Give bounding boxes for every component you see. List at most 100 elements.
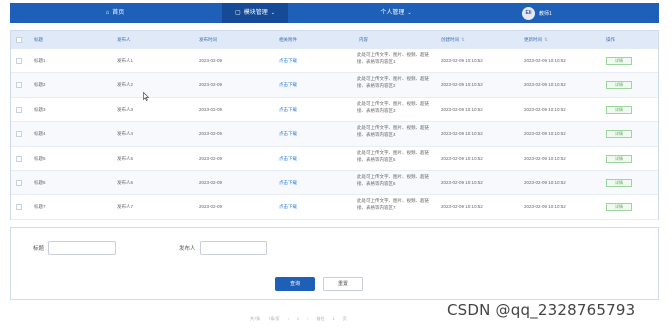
row-checkbox[interactable] — [16, 131, 22, 138]
detail-button[interactable]: 详情 — [606, 130, 632, 139]
table-row[interactable]: 标题6 发布人6 2023-02-09 点击下载 此处可上传文字、图片、视频、超链接、表… — [11, 171, 658, 196]
row-checkbox[interactable] — [16, 82, 22, 89]
cell-created: 2023-02-09 10:10:52 — [441, 106, 483, 112]
cell-title: 标题4 — [34, 131, 46, 137]
pagination-next[interactable]: › — [307, 316, 308, 324]
nav-home-label: 首页 — [112, 10, 125, 16]
title-label: 标题 — [33, 246, 45, 252]
column-header-updated-label: 更新时间 — [524, 37, 542, 42]
chevron-down-icon: ⌄ — [407, 10, 412, 16]
sort-icon[interactable]: ⇅ — [461, 37, 465, 42]
row-checkbox[interactable] — [16, 204, 22, 211]
table-row[interactable]: 标题3 发布人3 2023-02-09 点击下载 此处可上传文字、图片、视频、超链接、表… — [11, 98, 658, 123]
row-checkbox[interactable] — [16, 155, 22, 162]
column-header-title[interactable]: 标题 — [34, 31, 43, 49]
row-checkbox[interactable] — [16, 180, 22, 186]
query-button[interactable]: 查询 — [275, 277, 315, 291]
download-link[interactable]: 点击下载 — [279, 180, 297, 186]
nav-home[interactable]: ⌂ 首页 — [70, 3, 160, 23]
cell-updated: 2023-02-09 10:10:52 — [524, 180, 566, 185]
row-checkbox[interactable] — [16, 106, 22, 113]
column-header-date[interactable]: 发布时间 — [199, 31, 217, 49]
module-icon: ▢ — [235, 10, 241, 16]
cell-content: 此处可上传文字、图片、视频、超链接、表格等内容区2 — [357, 76, 429, 89]
cell-date: 2023-02-09 — [199, 131, 223, 137]
column-header-attachment[interactable]: 相关附件 — [279, 31, 297, 49]
cell-updated: 2023-02-09 10:10:52 — [524, 131, 566, 137]
cell-date: 2023-02-09 — [199, 82, 223, 88]
pagination: 共7条 7条/页 ‹ 1 › 前往 1 页 — [250, 316, 347, 324]
column-header-created[interactable]: 创建时间 ⇅ — [441, 31, 465, 49]
detail-button[interactable]: 详情 — [606, 57, 632, 65]
download-link[interactable]: 点击下载 — [279, 58, 297, 64]
username: 教师1 — [539, 10, 552, 17]
data-table: 标题 发布人 发布时间 相关附件 内容 创建时间 ⇅ 更新时间 ⇅ 操作 标题1 发布… — [10, 30, 659, 220]
table-header: 标题 发布人 发布时间 相关附件 内容 创建时间 ⇅ 更新时间 ⇅ 操作 — [11, 31, 658, 49]
cell-publisher: 发布人4 — [117, 131, 134, 137]
cell-date: 2023-02-09 — [199, 204, 223, 210]
title-search-input[interactable] — [48, 241, 116, 255]
nav-module-label: 模块管理 — [243, 10, 268, 16]
pagination-page[interactable]: 1 — [297, 316, 299, 324]
cell-title: 标题6 — [34, 180, 46, 185]
pagination-prev[interactable]: ‹ — [288, 316, 289, 324]
detail-button[interactable]: 详情 — [606, 179, 632, 187]
nav-personal-management[interactable]: 个人管理 ⌄ — [356, 3, 436, 23]
cell-title: 标题5 — [34, 155, 46, 161]
download-link[interactable]: 点击下载 — [279, 131, 297, 137]
cell-publisher: 发布人2 — [117, 82, 134, 88]
cell-date: 2023-02-09 — [199, 155, 223, 161]
detail-button[interactable]: 详情 — [606, 154, 632, 163]
sort-icon[interactable]: ⇅ — [544, 37, 548, 42]
cell-date: 2023-02-09 — [199, 180, 223, 185]
detail-button[interactable]: 详情 — [606, 203, 632, 212]
cell-updated: 2023-02-09 10:10:52 — [524, 58, 566, 63]
cell-publisher: 发布人3 — [117, 106, 134, 112]
home-icon: ⌂ — [105, 10, 110, 16]
table-row[interactable]: 标题1 发布人1 2023-02-09 点击下载 此处可上传文字、图片、视频、超链接、表… — [11, 49, 658, 74]
cell-publisher: 发布人7 — [117, 204, 134, 210]
cell-publisher: 发布人6 — [117, 180, 134, 185]
table-row[interactable]: 标题5 发布人5 2023-02-09 点击下载 此处可上传文字、图片、视频、超链接、表… — [11, 147, 658, 171]
table-row[interactable]: 标题2 发布人2 2023-02-09 点击下载 此处可上传文字、图片、视频、超链接、表… — [11, 73, 658, 98]
cell-updated: 2023-02-09 10:10:52 — [524, 204, 566, 210]
cell-updated: 2023-02-09 10:10:52 — [524, 106, 566, 112]
cell-content: 此处可上传文字、图片、视频、超链接、表格等内容区1 — [357, 52, 429, 64]
download-link[interactable]: 点击下载 — [279, 204, 297, 210]
column-header-content[interactable]: 内容 — [359, 31, 368, 49]
cell-title: 标题1 — [34, 58, 46, 63]
cell-content: 此处可上传文字、图片、视频、超链接、表格等内容区7 — [357, 198, 429, 211]
publisher-search-input[interactable] — [200, 241, 267, 255]
table-row[interactable]: 标题4 发布人4 2023-02-09 点击下载 此处可上传文字、图片、视频、超链接、表… — [11, 122, 658, 147]
cell-content: 此处可上传文字、图片、视频、超链接、表格等内容区3 — [357, 100, 429, 113]
cell-created: 2023-02-09 10:10:52 — [441, 82, 483, 88]
cell-date: 2023-02-09 — [199, 106, 223, 112]
cell-created: 2023-02-09 10:10:52 — [441, 204, 483, 210]
detail-button[interactable]: 详情 — [606, 81, 632, 90]
cell-publisher: 发布人1 — [117, 58, 134, 63]
column-header-updated[interactable]: 更新时间 ⇅ — [524, 31, 548, 49]
column-header-actions: 操作 — [606, 37, 615, 42]
column-header-publisher[interactable]: 发布人 — [117, 31, 131, 49]
detail-button[interactable]: 详情 — [606, 105, 632, 114]
cell-updated: 2023-02-09 10:10:52 — [524, 155, 566, 161]
pagination-goto-input[interactable]: 1 — [333, 316, 335, 324]
nav-module-management[interactable]: ▢ 模块管理 ⌄ — [222, 3, 288, 23]
reset-button[interactable]: 重置 — [323, 277, 363, 291]
select-all-checkbox[interactable] — [16, 37, 22, 43]
download-link[interactable]: 点击下载 — [279, 82, 297, 88]
top-navbar: ⌂ 首页 ▢ 模块管理 ⌄ 个人管理 ⌄ Eli 教师1 — [10, 3, 659, 23]
chevron-down-icon: ⌄ — [270, 10, 275, 16]
table-row[interactable]: 标题7 发布人7 2023-02-09 点击下载 此处可上传文字、图片、视频、超链接、表… — [11, 195, 658, 220]
user-menu[interactable]: Eli 教师1 — [522, 6, 552, 20]
row-checkbox[interactable] — [16, 58, 22, 64]
pagination-size[interactable]: 7条/页 — [268, 316, 279, 324]
mouse-cursor-icon — [143, 92, 149, 101]
download-link[interactable]: 点击下载 — [279, 156, 297, 162]
cell-created: 2023-02-09 10:10:52 — [441, 180, 483, 185]
pagination-total: 共7条 — [250, 316, 261, 321]
cell-created: 2023-02-09 10:10:52 — [441, 131, 483, 137]
cell-created: 2023-02-09 10:10:52 — [441, 58, 483, 63]
publisher-label: 发布人 — [179, 246, 196, 252]
download-link[interactable]: 点击下载 — [279, 107, 297, 113]
